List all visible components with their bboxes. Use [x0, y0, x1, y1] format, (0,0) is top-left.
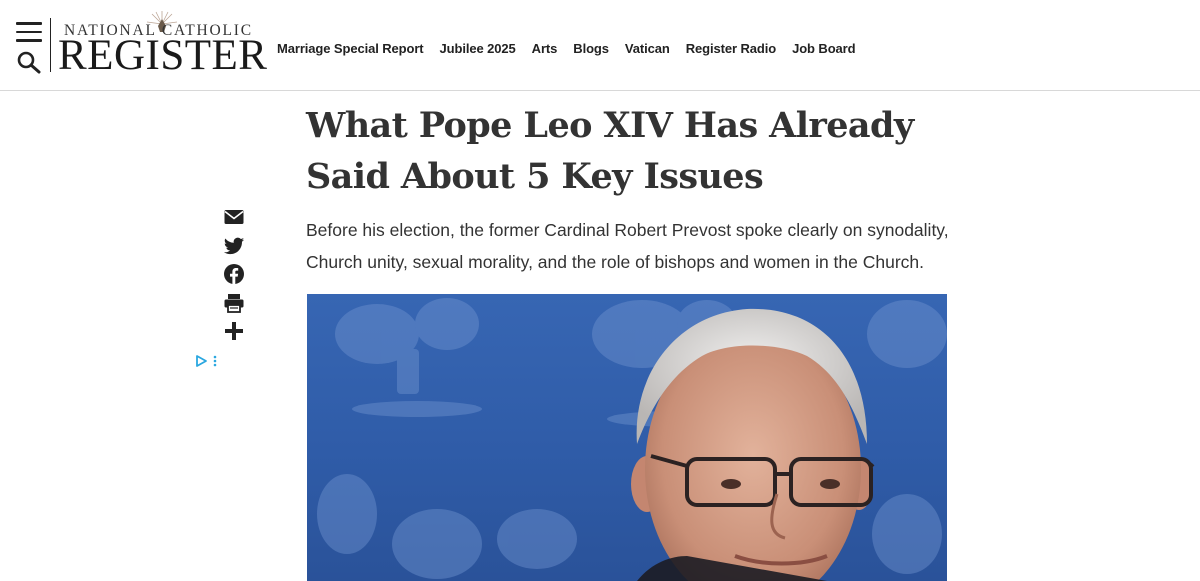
- article-title: What Pope Leo XIV Has Already Said About…: [306, 105, 914, 197]
- adchoices-icon[interactable]: [195, 354, 221, 368]
- site-logo[interactable]: NATIONAL CATHOLIC REGISTER: [58, 8, 268, 78]
- print-icon[interactable]: [223, 292, 245, 314]
- site-header: NATIONAL CATHOLIC REGISTER Marriage Spec…: [0, 0, 1200, 91]
- logo-divider: [50, 18, 51, 72]
- logo-main-text: REGISTER: [58, 32, 268, 79]
- hero-photo-illustration: [317, 298, 947, 581]
- email-icon[interactable]: [223, 206, 245, 228]
- nav-marriage-special-report[interactable]: Marriage Special Report: [277, 41, 424, 56]
- nav-arts[interactable]: Arts: [532, 41, 558, 56]
- nav-job-board[interactable]: Job Board: [792, 41, 855, 56]
- plus-icon[interactable]: [223, 320, 245, 342]
- share-bar: [222, 206, 246, 349]
- nav-jubilee-2025[interactable]: Jubilee 2025: [440, 41, 516, 56]
- twitter-icon[interactable]: [223, 235, 245, 257]
- menu-icon[interactable]: [16, 22, 42, 42]
- facebook-icon[interactable]: [223, 263, 245, 285]
- search-icon[interactable]: [16, 50, 42, 74]
- hero-image: [307, 294, 947, 581]
- nav-blogs[interactable]: Blogs: [573, 41, 609, 56]
- main-nav: Marriage Special Report Jubilee 2025 Art…: [277, 41, 871, 56]
- nav-vatican[interactable]: Vatican: [625, 41, 670, 56]
- nav-register-radio[interactable]: Register Radio: [686, 41, 776, 56]
- article-subtitle: Before his election, the former Cardinal…: [306, 220, 949, 272]
